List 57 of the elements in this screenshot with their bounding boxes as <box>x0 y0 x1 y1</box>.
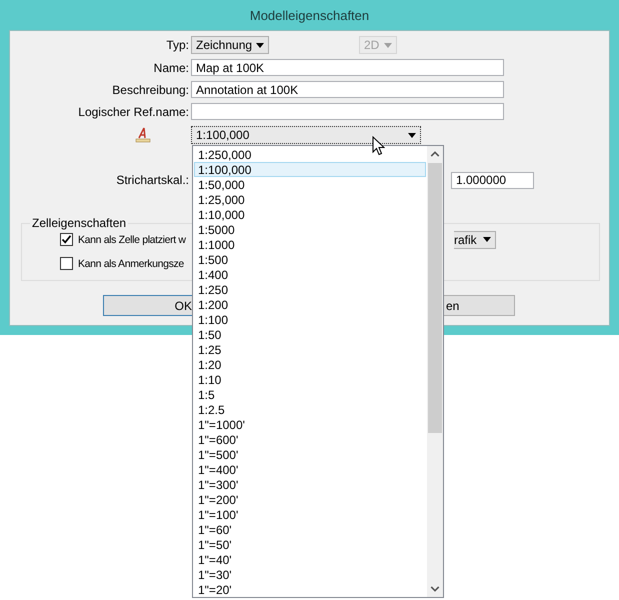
list-item[interactable]: 1:25 <box>194 342 426 357</box>
list-item[interactable]: 1"=40' <box>194 552 426 567</box>
list-item[interactable]: 1:50 <box>194 327 426 342</box>
checkbox[interactable] <box>60 233 73 246</box>
group-title: Zelleigenschaften <box>31 216 128 230</box>
list-item[interactable]: 1"=50' <box>194 537 426 552</box>
caret-icon <box>384 42 392 48</box>
list-item[interactable]: 1:200 <box>194 297 426 312</box>
dialog-button[interactable]: en <box>444 295 515 316</box>
name-field[interactable]: Map at 100K <box>191 59 504 76</box>
list-item[interactable]: 1:100 <box>194 312 426 327</box>
list-item[interactable]: 1"=200' <box>194 492 426 507</box>
field-label: Name: <box>154 60 189 74</box>
checkbox-label: Kann als Anmerkungsze <box>78 258 184 270</box>
checkbox[interactable] <box>60 257 73 270</box>
list-item[interactable]: 1:500 <box>194 252 426 267</box>
caret-icon <box>256 42 264 48</box>
list-item[interactable]: 1"=20' <box>194 582 426 597</box>
field-label: Strichartskal.: <box>116 173 189 187</box>
list-item[interactable]: 1:5000 <box>194 222 426 237</box>
type-dropdown[interactable]: Zeichnung <box>191 36 269 54</box>
list-item[interactable]: 1"=400' <box>194 462 426 477</box>
graphics-dropdown[interactable]: rafik <box>454 230 496 248</box>
list-item[interactable]: 1:20 <box>194 357 426 372</box>
field-label: Typ: <box>166 38 189 52</box>
list-item[interactable]: 1:400 <box>194 267 426 282</box>
list-item[interactable]: 1:5 <box>194 387 426 402</box>
dialog-button[interactable]: OK <box>103 295 192 316</box>
list-item[interactable]: 1:100,000 <box>194 162 426 177</box>
list-item[interactable]: 1:250,000 <box>194 147 426 162</box>
list-item[interactable]: 1:25,000 <box>194 192 426 207</box>
scrollbar[interactable] <box>427 146 443 597</box>
caret-icon <box>408 132 416 138</box>
list-item[interactable]: 1"=500' <box>194 447 426 462</box>
list-item[interactable]: 1"=300' <box>194 477 426 492</box>
window-title: Modelleigenschaften <box>250 8 370 22</box>
list-item[interactable]: 1:10,000 <box>194 207 426 222</box>
list-item[interactable]: 1"=30' <box>194 567 426 582</box>
field-label: Logischer Ref.name: <box>78 104 189 118</box>
caret-icon <box>483 237 491 242</box>
logical-name-field[interactable] <box>191 103 504 120</box>
list-item[interactable]: 1:1000 <box>194 237 426 252</box>
scrollbar-thumb[interactable] <box>428 163 442 433</box>
list-item[interactable]: 1"=60' <box>194 522 426 537</box>
list-item[interactable]: 1:2.5 <box>194 402 426 417</box>
field-label: Beschreibung: <box>112 82 189 96</box>
scale-dropdown[interactable]: 1:100,000 <box>191 126 421 144</box>
list-item[interactable]: 1:250 <box>194 282 426 297</box>
list-item[interactable]: 1"=100' <box>194 507 426 522</box>
list-item[interactable]: 1"=600' <box>194 432 426 447</box>
checkbox-label: Kann als Zelle platziert w <box>78 234 186 246</box>
line-style-scale-field[interactable]: 1.000000 <box>451 172 534 188</box>
list-item[interactable]: 1:10 <box>194 372 426 387</box>
annotation-scale-icon <box>135 127 151 143</box>
list-item[interactable]: 1:50,000 <box>194 177 426 192</box>
description-field[interactable]: Annotation at 100K <box>191 81 504 98</box>
list-item[interactable]: 1"=1000' <box>194 417 426 432</box>
